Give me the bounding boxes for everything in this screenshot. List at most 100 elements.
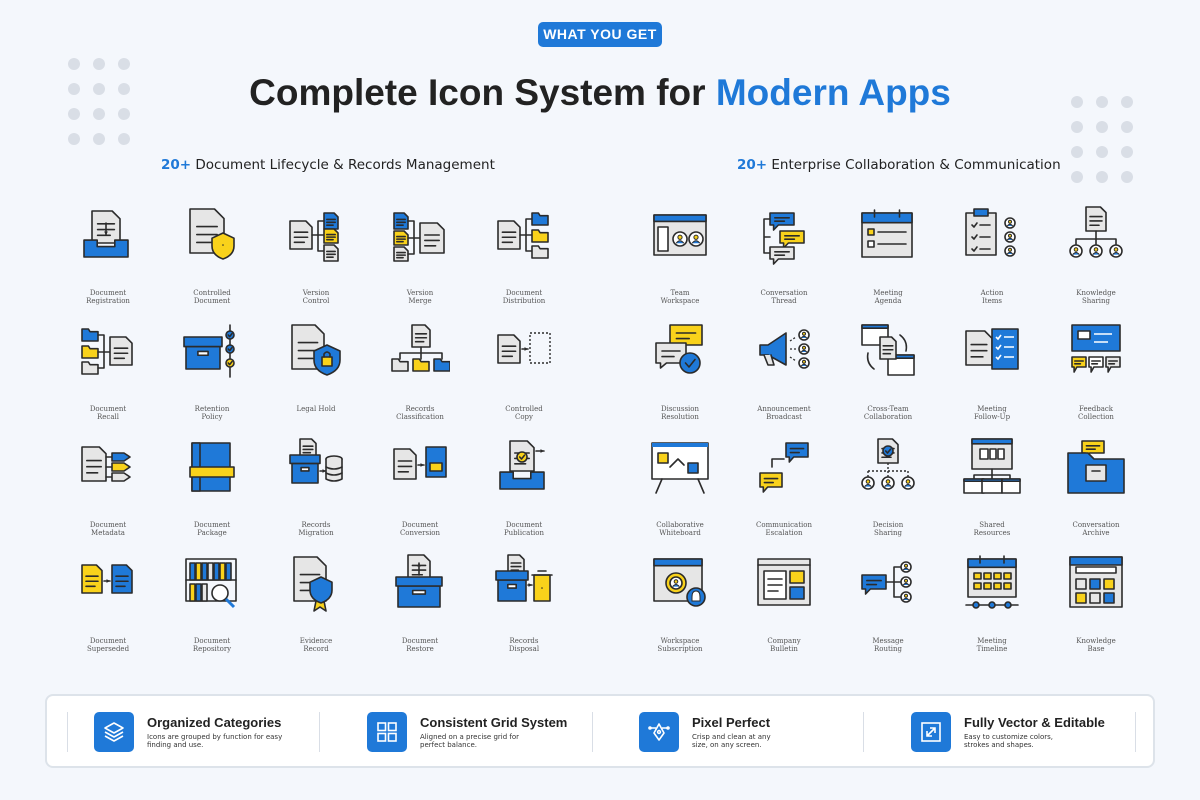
document-lifecycle-icon-card: Document Distribution xyxy=(472,205,576,321)
headline-main: Complete Icon System for xyxy=(249,72,716,113)
document-lifecycle-icon-card: Document Restore xyxy=(368,553,472,669)
collaboration-icon-card: Knowledge Sharing xyxy=(1044,205,1148,321)
icon-label: Feedback Collection xyxy=(1078,405,1114,421)
feature-description: Easy to customize colors, strokes and sh… xyxy=(964,733,1054,749)
icon-label: Message Routing xyxy=(872,637,904,653)
collaboration-icon-card: Discussion Resolution xyxy=(628,321,732,437)
document-lifecycle-icon-card: Records Migration xyxy=(264,437,368,553)
icon-label: Meeting Timeline xyxy=(976,637,1008,653)
feature-description: Crisp and clean at any size, on any scre… xyxy=(692,733,771,749)
enterprise-collaboration-icon-grid: Team Workspace Conversation Thread Meeting… xyxy=(628,205,1148,669)
document-lifecycle-icon-card: Retention Policy xyxy=(160,321,264,437)
icon-label: Company Bulletin xyxy=(767,637,801,653)
feature-title: Consistent Grid System xyxy=(420,715,568,730)
collaboration-icon-card: Decision Sharing xyxy=(836,437,940,553)
icon-label: Document Conversion xyxy=(399,521,441,537)
document-lifecycle-icon-card: Evidence Record xyxy=(264,553,368,669)
collaboration-icon-card: Communication Escalation xyxy=(732,437,836,553)
divider xyxy=(1135,712,1136,752)
document-lifecycle-icon-card: Controlled Copy xyxy=(472,321,576,437)
collaboration-icon-card: Meeting Agenda xyxy=(836,205,940,321)
icon-label: Meeting Agenda xyxy=(873,289,903,305)
collaboration-icon-card: Feedback Collection xyxy=(1044,321,1148,437)
icon-label: Document Restore xyxy=(401,637,439,653)
feature-description: Icons are grouped by function for easy f… xyxy=(147,733,283,749)
icon-label: Document Package xyxy=(193,521,231,537)
collaboration-icon-card: Company Bulletin xyxy=(732,553,836,669)
icon-label: Collaborative Whiteboard xyxy=(656,521,704,537)
collaboration-icon-card: Conversation Archive xyxy=(1044,437,1148,553)
page-headline: Complete Icon System for Modern Apps xyxy=(0,72,1200,114)
feature-title: Organized Categories xyxy=(147,715,282,730)
feature-description: Aligned on a precise grid for perfect ba… xyxy=(420,733,519,749)
icon-label: Records Disposal xyxy=(508,637,540,653)
document-lifecycle-icon-card: Legal Hold xyxy=(264,321,368,437)
icon-label: Records Migration xyxy=(298,521,334,537)
feature-title: Pixel Perfect xyxy=(692,715,771,730)
collaboration-icon-card: Conversation Thread xyxy=(732,205,836,321)
collaboration-icon-card: Announcement Broadcast xyxy=(732,321,836,437)
icon-label: Discussion Resolution xyxy=(660,405,700,421)
icon-label: Team Workspace xyxy=(660,289,700,305)
icon-label: Action Items xyxy=(980,289,1004,305)
collaboration-icon-card: Workspace Subscription xyxy=(628,553,732,669)
icon-label: Workspace Subscription xyxy=(657,637,703,653)
right-section-title: 20+ Enterprise Collaboration & Communica… xyxy=(737,157,1061,173)
icon-label: Version Control xyxy=(302,289,330,305)
feature-title: Fully Vector & Editable xyxy=(964,715,1105,730)
layers-icon xyxy=(94,712,134,752)
icon-label: Retention Policy xyxy=(194,405,230,421)
document-lifecycle-icon-card: Controlled Document xyxy=(160,205,264,321)
features-footer: Organized Categories Icons are grouped b… xyxy=(45,694,1155,768)
icon-label: Controlled Copy xyxy=(505,405,543,421)
document-lifecycle-icon-grid: Document Registration Controlled Document… xyxy=(56,205,576,669)
icon-label: Version Merge xyxy=(406,289,434,305)
icon-label: Cross-Team Collaboration xyxy=(863,405,913,421)
icon-label: Announcement Broadcast xyxy=(757,405,811,421)
what-you-get-badge: WHAT YOU GET xyxy=(538,22,662,47)
document-lifecycle-icon-card: Document Metadata xyxy=(56,437,160,553)
collaboration-icon-card: Collaborative Whiteboard xyxy=(628,437,732,553)
document-lifecycle-icon-card: Document Superseded xyxy=(56,553,160,669)
icon-label: Knowledge Base xyxy=(1076,637,1116,653)
icon-label: Document Recall xyxy=(89,405,127,421)
left-section-title: 20+ Document Lifecycle & Records Managem… xyxy=(161,157,495,173)
divider xyxy=(319,712,320,752)
collaboration-icon-card: Action Items xyxy=(940,205,1044,321)
right-section-count: 20+ xyxy=(737,157,768,173)
icon-label: Controlled Document xyxy=(193,289,231,305)
grid-icon xyxy=(367,712,407,752)
pen-tool-icon xyxy=(639,712,679,752)
icon-label: Document Superseded xyxy=(86,637,130,653)
document-lifecycle-icon-card: Document Registration xyxy=(56,205,160,321)
icon-label: Document Distribution xyxy=(502,289,546,305)
icon-label: Knowledge Sharing xyxy=(1076,289,1116,305)
icon-label: Evidence Record xyxy=(299,637,333,653)
document-lifecycle-icon-card: Records Classification xyxy=(368,321,472,437)
icon-label: Document Registration xyxy=(86,289,130,305)
collaboration-icon-card: Shared Resources xyxy=(940,437,1044,553)
divider xyxy=(863,712,864,752)
icon-label: Document Publication xyxy=(503,521,545,537)
headline-accent: Modern Apps xyxy=(715,72,951,113)
icon-label: Document Metadata xyxy=(89,521,127,537)
collaboration-icon-card: Knowledge Base xyxy=(1044,553,1148,669)
collaboration-icon-card: Meeting Follow-Up xyxy=(940,321,1044,437)
icon-label: Document Repository xyxy=(192,637,232,653)
left-section-heading: Document Lifecycle & Records Management xyxy=(195,157,495,173)
divider xyxy=(592,712,593,752)
icon-label: Legal Hold xyxy=(296,405,336,413)
icon-label: Meeting Follow-Up xyxy=(973,405,1011,421)
right-section-heading: Enterprise Collaboration & Communication xyxy=(771,157,1061,173)
icon-label: Shared Resources xyxy=(973,521,1011,537)
document-lifecycle-icon-card: Document Recall xyxy=(56,321,160,437)
collaboration-icon-card: Message Routing xyxy=(836,553,940,669)
icon-label: Conversation Thread xyxy=(760,289,808,305)
expand-icon xyxy=(911,712,951,752)
divider xyxy=(67,712,68,752)
icon-label: Decision Sharing xyxy=(872,521,904,537)
document-lifecycle-icon-card: Version Merge xyxy=(368,205,472,321)
document-lifecycle-icon-card: Document Repository xyxy=(160,553,264,669)
document-lifecycle-icon-card: Document Publication xyxy=(472,437,576,553)
collaboration-icon-card: Cross-Team Collaboration xyxy=(836,321,940,437)
